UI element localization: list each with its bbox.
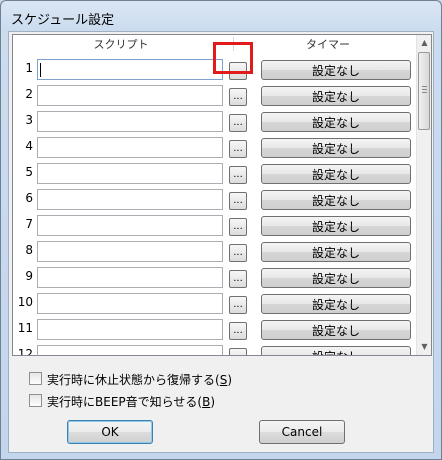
browse-script-button[interactable]: ... [229, 296, 247, 314]
schedule-row: 5... 設定なし [13, 161, 417, 187]
row-number: 6 [25, 191, 33, 205]
browse-script-button[interactable]: ... [229, 322, 247, 340]
schedule-row: 10... 設定なし [13, 291, 417, 317]
schedule-row: 12... 設定なし [13, 343, 417, 356]
scroll-up-arrow-icon[interactable]: ▲ [417, 35, 431, 51]
browse-script-button[interactable]: ... [229, 192, 247, 210]
timer-setting-button[interactable]: 設定なし [261, 320, 411, 340]
schedule-row: 7... 設定なし [13, 213, 417, 239]
schedule-row: 4... 設定なし [13, 135, 417, 161]
row-number: 10 [17, 295, 33, 309]
row-number: 7 [25, 217, 33, 231]
resume-label[interactable]: 実行時に休止状態から復帰する(S) [47, 371, 232, 388]
timer-setting-button[interactable]: 設定なし [261, 346, 411, 355]
row-number: 2 [25, 87, 33, 101]
script-path-input[interactable] [37, 267, 223, 288]
browse-script-button[interactable]: ... [229, 218, 247, 236]
cancel-button[interactable]: Cancel [259, 420, 345, 444]
beep-label[interactable]: 実行時にBEEP音で知らせる(B) [47, 393, 215, 410]
row-number: 3 [25, 113, 33, 127]
beep-option[interactable]: 実行時にBEEP音で知らせる(B) [29, 392, 329, 410]
window-title: スケジュール設定 [11, 13, 115, 28]
timer-setting-button[interactable]: 設定なし [261, 60, 411, 80]
timer-setting-button[interactable]: 設定なし [261, 190, 411, 210]
schedule-row: 2... 設定なし [13, 83, 417, 109]
timer-setting-button[interactable]: 設定なし [261, 216, 411, 236]
browse-button-highlight [213, 42, 253, 74]
schedule-row: 8... 設定なし [13, 239, 417, 265]
beep-checkbox[interactable] [29, 394, 42, 407]
script-path-input[interactable] [37, 137, 223, 158]
dialog-body: スクリプト タイマー 1... 設定なし 2... 設定なし 3... 設定なし 4... 設… [8, 31, 434, 453]
script-path-input[interactable] [37, 189, 223, 210]
resume-checkbox[interactable] [29, 372, 42, 385]
browse-script-button[interactable]: ... [229, 140, 247, 158]
script-column-header: スクリプト [93, 38, 149, 51]
schedule-row: 11... 設定なし [13, 317, 417, 343]
timer-setting-button[interactable]: 設定なし [261, 112, 411, 132]
row-number: 5 [25, 165, 33, 179]
browse-script-button[interactable]: ... [229, 88, 247, 106]
browse-script-button[interactable]: ... [229, 270, 247, 288]
script-path-input[interactable] [37, 59, 223, 80]
vertical-scrollbar[interactable]: ▲ ▼ [416, 35, 431, 355]
row-number: 12 [17, 347, 33, 356]
ok-button[interactable]: OK [67, 420, 153, 444]
scroll-down-arrow-icon[interactable]: ▼ [417, 339, 431, 355]
script-path-input[interactable] [37, 241, 223, 262]
script-path-input[interactable] [37, 319, 223, 340]
schedule-row: 3... 設定なし [13, 109, 417, 135]
script-path-input[interactable] [37, 215, 223, 236]
title-bar[interactable]: スケジュール設定 [1, 1, 441, 31]
row-number: 1 [25, 61, 33, 75]
timer-setting-button[interactable]: 設定なし [261, 164, 411, 184]
resume-option[interactable]: 実行時に休止状態から復帰する(S) [29, 370, 329, 388]
row-number: 4 [25, 139, 33, 153]
grip-line [422, 89, 427, 90]
script-path-input[interactable] [37, 111, 223, 132]
timer-setting-button[interactable]: 設定なし [261, 242, 411, 262]
row-number: 11 [17, 321, 33, 335]
script-path-input[interactable] [37, 85, 223, 106]
timer-setting-button[interactable]: 設定なし [261, 294, 411, 314]
timer-column-header: タイマー [306, 38, 350, 51]
schedule-grid: スクリプト タイマー 1... 設定なし 2... 設定なし 3... 設定なし 4... 設… [12, 34, 432, 356]
grip-line [422, 86, 427, 87]
script-path-input[interactable] [37, 293, 223, 314]
browse-script-button[interactable]: ... [229, 114, 247, 132]
schedule-row: 6... 設定なし [13, 187, 417, 213]
schedule-settings-dialog: スケジュール設定 スクリプト タイマー 1... 設定なし 2... 設定なし 3...… [0, 0, 442, 460]
timer-setting-button[interactable]: 設定なし [261, 86, 411, 106]
text-caret [40, 63, 41, 77]
browse-script-button[interactable]: ... [229, 166, 247, 184]
script-path-input[interactable] [37, 345, 223, 355]
timer-setting-button[interactable]: 設定なし [261, 138, 411, 158]
grip-line [422, 92, 427, 93]
timer-setting-button[interactable]: 設定なし [261, 268, 411, 288]
browse-script-button[interactable]: ... [229, 348, 247, 355]
script-path-input[interactable] [37, 163, 223, 184]
scroll-thumb[interactable] [418, 52, 430, 130]
browse-script-button[interactable]: ... [229, 244, 247, 262]
schedule-row: 9... 設定なし [13, 265, 417, 291]
row-number: 9 [25, 269, 33, 283]
row-number: 8 [25, 243, 33, 257]
